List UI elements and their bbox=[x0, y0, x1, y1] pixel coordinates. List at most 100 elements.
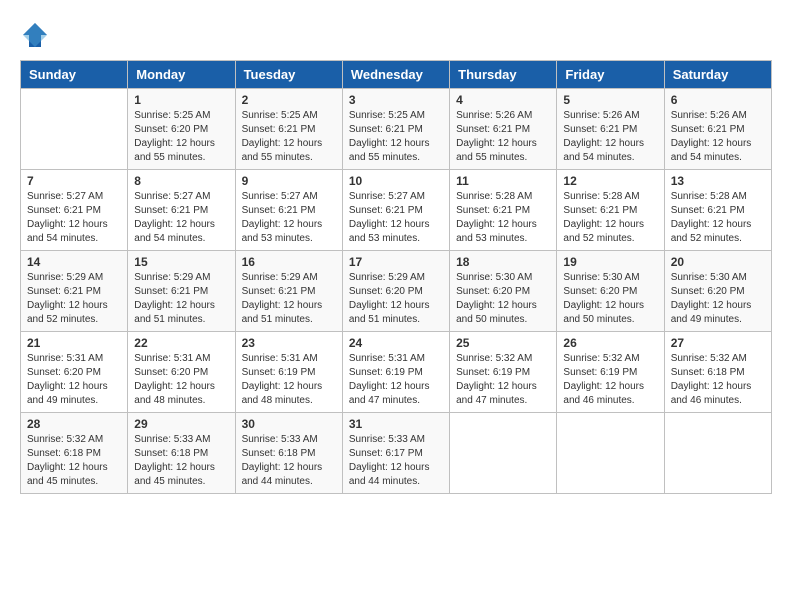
day-info: Sunrise: 5:26 AM Sunset: 6:21 PM Dayligh… bbox=[456, 109, 550, 165]
calendar-day-cell: 11 Sunrise: 5:28 AM Sunset: 6:21 PM Dayli… bbox=[450, 170, 557, 251]
day-info: Sunrise: 5:25 AM Sunset: 6:20 PM Dayligh… bbox=[134, 109, 228, 165]
calendar-week-row: 21 Sunrise: 5:31 AM Sunset: 6:20 PM Dayli… bbox=[21, 332, 772, 413]
calendar-header-row: SundayMondayTuesdayWednesdayThursdayFrid… bbox=[21, 61, 772, 89]
day-number: 3 bbox=[349, 93, 443, 107]
calendar-week-row: 28 Sunrise: 5:32 AM Sunset: 6:18 PM Dayli… bbox=[21, 413, 772, 494]
day-of-week-header: Thursday bbox=[450, 61, 557, 89]
calendar-day-cell: 13Sunrise: 5:28 AM Sunset: 6:21 PM Dayli… bbox=[664, 170, 771, 251]
day-info: Sunrise: 5:26 AM Sunset: 6:21 PM Dayligh… bbox=[563, 109, 657, 165]
day-info: Sunrise: 5:31 AM Sunset: 6:19 PM Dayligh… bbox=[349, 352, 443, 408]
day-info: Sunrise: 5:32 AM Sunset: 6:19 PM Dayligh… bbox=[563, 352, 657, 408]
day-number: 28 bbox=[27, 417, 121, 431]
calendar-day-cell: 29 Sunrise: 5:33 AM Sunset: 6:18 PM Dayli… bbox=[128, 413, 235, 494]
calendar-week-row: 14 Sunrise: 5:29 AM Sunset: 6:21 PM Dayli… bbox=[21, 251, 772, 332]
calendar-day-cell: 2 Sunrise: 5:25 AM Sunset: 6:21 PM Daylig… bbox=[235, 89, 342, 170]
day-info: Sunrise: 5:33 AM Sunset: 6:18 PM Dayligh… bbox=[134, 433, 228, 489]
day-info: Sunrise: 5:28 AM Sunset: 6:21 PM Dayligh… bbox=[563, 190, 657, 246]
calendar-day-cell: 4 Sunrise: 5:26 AM Sunset: 6:21 PM Daylig… bbox=[450, 89, 557, 170]
calendar-day-cell: 15 Sunrise: 5:29 AM Sunset: 6:21 PM Dayli… bbox=[128, 251, 235, 332]
day-of-week-header: Sunday bbox=[21, 61, 128, 89]
calendar-day-cell bbox=[450, 413, 557, 494]
calendar-day-cell: 17 Sunrise: 5:29 AM Sunset: 6:20 PM Dayli… bbox=[342, 251, 449, 332]
day-of-week-header: Tuesday bbox=[235, 61, 342, 89]
calendar-day-cell: 31 Sunrise: 5:33 AM Sunset: 6:17 PM Dayli… bbox=[342, 413, 449, 494]
calendar-day-cell bbox=[21, 89, 128, 170]
day-number: 29 bbox=[134, 417, 228, 431]
day-info: Sunrise: 5:31 AM Sunset: 6:19 PM Dayligh… bbox=[242, 352, 336, 408]
day-number: 5 bbox=[563, 93, 657, 107]
calendar-day-cell: 20Sunrise: 5:30 AM Sunset: 6:20 PM Dayli… bbox=[664, 251, 771, 332]
calendar-day-cell: 1 Sunrise: 5:25 AM Sunset: 6:20 PM Daylig… bbox=[128, 89, 235, 170]
day-of-week-header: Saturday bbox=[664, 61, 771, 89]
day-number: 17 bbox=[349, 255, 443, 269]
calendar-week-row: 1 Sunrise: 5:25 AM Sunset: 6:20 PM Daylig… bbox=[21, 89, 772, 170]
day-number: 10 bbox=[349, 174, 443, 188]
day-info: Sunrise: 5:29 AM Sunset: 6:21 PM Dayligh… bbox=[242, 271, 336, 327]
day-info: Sunrise: 5:29 AM Sunset: 6:21 PM Dayligh… bbox=[134, 271, 228, 327]
day-info: Sunrise: 5:27 AM Sunset: 6:21 PM Dayligh… bbox=[134, 190, 228, 246]
day-info: Sunrise: 5:30 AM Sunset: 6:20 PM Dayligh… bbox=[563, 271, 657, 327]
calendar-day-cell: 28 Sunrise: 5:32 AM Sunset: 6:18 PM Dayli… bbox=[21, 413, 128, 494]
day-info: Sunrise: 5:32 AM Sunset: 6:18 PM Dayligh… bbox=[27, 433, 121, 489]
day-info: Sunrise: 5:25 AM Sunset: 6:21 PM Dayligh… bbox=[349, 109, 443, 165]
calendar-day-cell: 19 Sunrise: 5:30 AM Sunset: 6:20 PM Dayli… bbox=[557, 251, 664, 332]
day-number: 12 bbox=[563, 174, 657, 188]
day-number: 20 bbox=[671, 255, 765, 269]
calendar-week-row: 7 Sunrise: 5:27 AM Sunset: 6:21 PM Daylig… bbox=[21, 170, 772, 251]
day-number: 23 bbox=[242, 336, 336, 350]
calendar-day-cell: 10Sunrise: 5:27 AM Sunset: 6:21 PM Dayli… bbox=[342, 170, 449, 251]
day-info: Sunrise: 5:33 AM Sunset: 6:18 PM Dayligh… bbox=[242, 433, 336, 489]
calendar-day-cell: 22Sunrise: 5:31 AM Sunset: 6:20 PM Dayli… bbox=[128, 332, 235, 413]
day-number: 21 bbox=[27, 336, 121, 350]
day-number: 7 bbox=[27, 174, 121, 188]
day-number: 11 bbox=[456, 174, 550, 188]
day-number: 26 bbox=[563, 336, 657, 350]
day-info: Sunrise: 5:27 AM Sunset: 6:21 PM Dayligh… bbox=[242, 190, 336, 246]
day-number: 6 bbox=[671, 93, 765, 107]
day-number: 25 bbox=[456, 336, 550, 350]
day-number: 18 bbox=[456, 255, 550, 269]
calendar-day-cell: 24 Sunrise: 5:31 AM Sunset: 6:19 PM Dayli… bbox=[342, 332, 449, 413]
calendar-day-cell: 6 Sunrise: 5:26 AM Sunset: 6:21 PM Daylig… bbox=[664, 89, 771, 170]
day-info: Sunrise: 5:32 AM Sunset: 6:19 PM Dayligh… bbox=[456, 352, 550, 408]
day-number: 4 bbox=[456, 93, 550, 107]
day-number: 31 bbox=[349, 417, 443, 431]
calendar-table: SundayMondayTuesdayWednesdayThursdayFrid… bbox=[20, 60, 772, 494]
calendar-day-cell: 14 Sunrise: 5:29 AM Sunset: 6:21 PM Dayli… bbox=[21, 251, 128, 332]
day-info: Sunrise: 5:26 AM Sunset: 6:21 PM Dayligh… bbox=[671, 109, 765, 165]
calendar-day-cell: 5 Sunrise: 5:26 AM Sunset: 6:21 PM Daylig… bbox=[557, 89, 664, 170]
day-info: Sunrise: 5:33 AM Sunset: 6:17 PM Dayligh… bbox=[349, 433, 443, 489]
day-info: Sunrise: 5:31 AM Sunset: 6:20 PM Dayligh… bbox=[134, 352, 228, 408]
calendar-day-cell: 18Sunrise: 5:30 AM Sunset: 6:20 PM Dayli… bbox=[450, 251, 557, 332]
calendar-day-cell: 23 Sunrise: 5:31 AM Sunset: 6:19 PM Dayli… bbox=[235, 332, 342, 413]
calendar-day-cell: 9Sunrise: 5:27 AM Sunset: 6:21 PM Daylig… bbox=[235, 170, 342, 251]
calendar-day-cell: 21 Sunrise: 5:31 AM Sunset: 6:20 PM Dayli… bbox=[21, 332, 128, 413]
calendar-day-cell bbox=[557, 413, 664, 494]
calendar-day-cell: 26 Sunrise: 5:32 AM Sunset: 6:19 PM Dayli… bbox=[557, 332, 664, 413]
calendar-day-cell: 27 Sunrise: 5:32 AM Sunset: 6:18 PM Dayli… bbox=[664, 332, 771, 413]
day-number: 1 bbox=[134, 93, 228, 107]
day-info: Sunrise: 5:31 AM Sunset: 6:20 PM Dayligh… bbox=[27, 352, 121, 408]
calendar-day-cell: 25 Sunrise: 5:32 AM Sunset: 6:19 PM Dayli… bbox=[450, 332, 557, 413]
day-info: Sunrise: 5:25 AM Sunset: 6:21 PM Dayligh… bbox=[242, 109, 336, 165]
day-number: 27 bbox=[671, 336, 765, 350]
day-number: 19 bbox=[563, 255, 657, 269]
day-number: 24 bbox=[349, 336, 443, 350]
calendar-day-cell: 7 Sunrise: 5:27 AM Sunset: 6:21 PM Daylig… bbox=[21, 170, 128, 251]
day-number: 14 bbox=[27, 255, 121, 269]
calendar-day-cell: 8 Sunrise: 5:27 AM Sunset: 6:21 PM Daylig… bbox=[128, 170, 235, 251]
day-number: 15 bbox=[134, 255, 228, 269]
day-of-week-header: Friday bbox=[557, 61, 664, 89]
calendar-day-cell: 16Sunrise: 5:29 AM Sunset: 6:21 PM Dayli… bbox=[235, 251, 342, 332]
logo bbox=[20, 20, 54, 50]
day-of-week-header: Monday bbox=[128, 61, 235, 89]
day-of-week-header: Wednesday bbox=[342, 61, 449, 89]
day-info: Sunrise: 5:32 AM Sunset: 6:18 PM Dayligh… bbox=[671, 352, 765, 408]
day-info: Sunrise: 5:29 AM Sunset: 6:20 PM Dayligh… bbox=[349, 271, 443, 327]
day-number: 8 bbox=[134, 174, 228, 188]
day-number: 2 bbox=[242, 93, 336, 107]
calendar-day-cell bbox=[664, 413, 771, 494]
day-info: Sunrise: 5:29 AM Sunset: 6:21 PM Dayligh… bbox=[27, 271, 121, 327]
day-info: Sunrise: 5:28 AM Sunset: 6:21 PM Dayligh… bbox=[456, 190, 550, 246]
day-info: Sunrise: 5:27 AM Sunset: 6:21 PM Dayligh… bbox=[27, 190, 121, 246]
